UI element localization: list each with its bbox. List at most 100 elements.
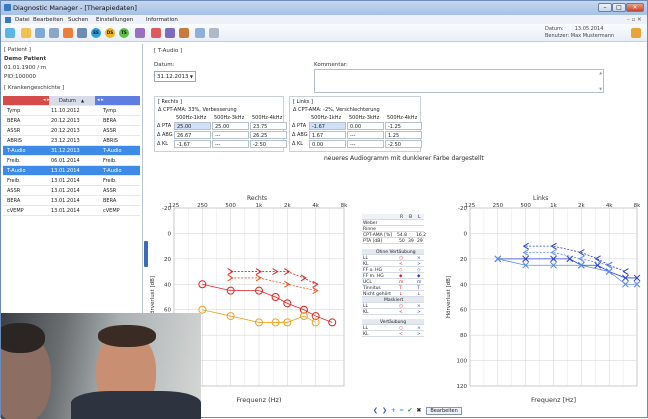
rechts-rowlabel: Δ ABG: [157, 132, 173, 138]
x-tick-label: 4k: [312, 203, 319, 209]
scroll-down-icon[interactable]: ▼: [599, 87, 602, 91]
x-axis-label: Frequenz [Hz]: [531, 396, 576, 404]
history-row[interactable]: ASSR 20.12.2013 ASSR: [3, 126, 140, 136]
next-icon[interactable]: ❯: [382, 407, 387, 414]
patient-dob: 01.01.1900 / m: [4, 65, 47, 71]
history-cell: BERA: [7, 118, 21, 124]
legend-item-label: FF o. HG: [363, 267, 383, 273]
history-cell: Freib.: [7, 178, 21, 184]
date-value: 13.05.2014: [574, 26, 604, 32]
link-icon[interactable]: [209, 28, 219, 38]
menu-information[interactable]: Information: [146, 17, 178, 23]
cancel-icon[interactable]: ✖: [416, 407, 421, 414]
filter-red-arrows[interactable]: ◂ ▸: [43, 97, 50, 103]
maskiert-label: Maskiert: [384, 297, 404, 303]
menu-bar: Datei Bearbeiten Suchen Einstellungen In…: [1, 15, 647, 24]
history-row[interactable]: Tymp 11.10.2012 Tymp: [3, 106, 140, 116]
datum-select[interactable]: 31.12.2013 ▼: [154, 71, 196, 82]
search-icon[interactable]: [21, 28, 31, 38]
history-cell: Freib.: [7, 158, 21, 164]
menu-suchen[interactable]: Suchen: [68, 17, 88, 23]
books-icon[interactable]: [165, 28, 175, 38]
menu-bearbeiten[interactable]: Bearbeiten: [33, 17, 63, 23]
cpt-r: 54.8: [397, 232, 408, 238]
history-header-label[interactable]: Datum: [59, 98, 76, 104]
legend-right-symbol: <: [399, 309, 403, 315]
scroll-up-icon[interactable]: ▲: [599, 71, 602, 75]
close-button[interactable]: ✕: [626, 3, 644, 12]
history-cell: 23.12.2013: [51, 138, 80, 144]
legend-item-label: Nicht gehört: [363, 291, 391, 297]
bucket-icon[interactable]: [151, 28, 161, 38]
history-cell: BERA: [103, 198, 117, 204]
check-icon[interactable]: ✔: [407, 407, 412, 414]
links-rowlabel: Δ PTA: [292, 123, 307, 129]
legend-right-symbol: ◆: [399, 273, 403, 279]
history-row[interactable]: ABRIS 23.12.2013 ABRIS: [3, 136, 140, 146]
graph-icon[interactable]: [135, 28, 145, 38]
history-row[interactable]: T-Audio 13.01.2014 T-Audio: [3, 166, 140, 176]
legend-col-r: R: [400, 214, 404, 220]
person-icon[interactable]: [63, 28, 73, 38]
history-row[interactable]: cVEMP 13.01.2014 cVEMP: [3, 206, 140, 216]
legend-right-symbol: ○: [399, 255, 403, 261]
rechts-title: [ Rechts ]: [158, 99, 182, 105]
chevron-down-icon: ▼: [189, 74, 193, 79]
history-row[interactable]: BERA 20.12.2013 BERA: [3, 116, 140, 126]
legend-right-symbol: T: [399, 285, 402, 291]
wave-icon[interactable]: [77, 28, 87, 38]
maximize-button[interactable]: □: [612, 3, 626, 12]
y-tick-label: 20: [164, 257, 171, 263]
x-tick-label: 1k: [550, 203, 557, 209]
menu-datei[interactable]: Datei: [15, 17, 30, 23]
kommentar-field[interactable]: ▲ ▼: [314, 69, 604, 93]
history-row[interactable]: ASSR 13.01.2014 ASSR: [3, 186, 140, 196]
add-icon[interactable]: +: [391, 407, 396, 414]
history-row[interactable]: T-Audio 31.12.2013 T-Audio: [3, 146, 140, 156]
legend-left-symbol: ×: [417, 325, 421, 331]
history-cell: Tymp: [103, 108, 117, 114]
remove-icon[interactable]: ━: [400, 407, 404, 414]
filter-blue-arrows[interactable]: ◂ ▸: [97, 97, 104, 103]
window-title: Diagnostic Manager - [Therapiedaten]: [13, 4, 137, 12]
history-cell: T-Audio: [7, 148, 26, 154]
bearbeiten-button[interactable]: Bearbeiten: [426, 407, 462, 415]
app-icon: [4, 4, 11, 11]
es-icon[interactable]: ES: [91, 28, 101, 38]
links-cell: -2.50: [385, 140, 422, 148]
history-row[interactable]: Freib. 13.01.2014 Freib.: [3, 176, 140, 186]
history-cell: ASSR: [7, 188, 21, 194]
stack-icon[interactable]: [35, 28, 45, 38]
hair-right: [98, 325, 156, 347]
links-cell: -1.67: [309, 122, 346, 130]
logout-icon[interactable]: [631, 28, 641, 38]
history-row[interactable]: Freib. 06.01.2014 Freib.: [3, 156, 140, 166]
app-window: Diagnostic Manager - [Therapiedaten] – □…: [0, 0, 648, 419]
minimize-button[interactable]: –: [598, 3, 612, 12]
history-cell: Freib.: [103, 178, 117, 184]
history-cell: ASSR: [103, 188, 117, 194]
rechts-cell: ---: [212, 131, 249, 139]
suit: [71, 391, 201, 419]
user-info: Datum: 13.05.2014 Benutzer: Max Musterma…: [545, 26, 614, 40]
ds-icon[interactable]: DS: [105, 28, 115, 38]
audiogram-links[interactable]: -20020406080100120125 250 500 1k 2k 4k 8kFrequ…: [440, 202, 647, 414]
patient-section-title: [ Patient ]: [4, 47, 31, 53]
history-cell: 31.12.2013: [51, 148, 80, 154]
x-tick-label: 8k: [341, 203, 348, 209]
history-row[interactable]: BERA 13.01.2014 BERA: [3, 196, 140, 206]
prev-icon[interactable]: ❮: [373, 407, 378, 414]
links-summary: Δ CPT-AMA: -2%, Verschlechterung: [293, 107, 380, 113]
users-icon[interactable]: [195, 28, 205, 38]
history-cell: T-Audio: [103, 148, 122, 154]
device-icon[interactable]: [49, 28, 59, 38]
tools-icon[interactable]: [179, 28, 189, 38]
ts-icon[interactable]: TS: [119, 28, 129, 38]
patient-icon[interactable]: [5, 28, 15, 38]
sort-arrow[interactable]: ▲: [81, 98, 84, 103]
menu-einstellungen[interactable]: Einstellungen: [96, 17, 133, 23]
chart-title-rechts: Rechts: [247, 195, 268, 202]
links-cell: 1.25: [385, 131, 422, 139]
mdi-controls[interactable]: – ▫ ✕: [627, 17, 642, 23]
y-tick-label: 80: [460, 333, 467, 339]
